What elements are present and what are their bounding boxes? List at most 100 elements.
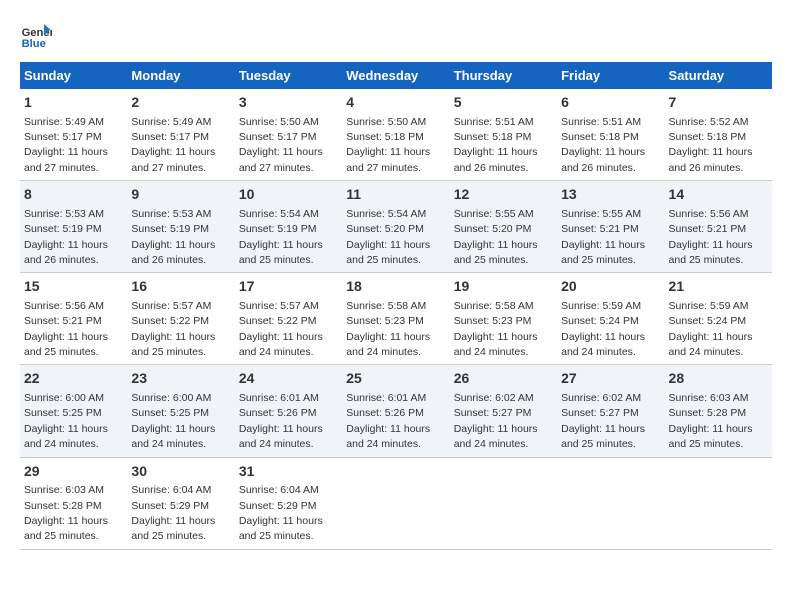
daylight-info: Daylight: 11 hours and 26 minutes. bbox=[669, 146, 753, 173]
calendar-cell: 30 Sunrise: 6:04 AM Sunset: 5:29 PM Dayl… bbox=[127, 457, 234, 549]
calendar-cell: 25 Sunrise: 6:01 AM Sunset: 5:26 PM Dayl… bbox=[342, 365, 449, 457]
day-number: 29 bbox=[24, 462, 123, 482]
day-number: 3 bbox=[239, 93, 338, 113]
sunset-info: Sunset: 5:20 PM bbox=[454, 223, 532, 235]
day-number: 24 bbox=[239, 369, 338, 389]
sunset-info: Sunset: 5:28 PM bbox=[669, 407, 747, 419]
svg-text:Blue: Blue bbox=[22, 38, 46, 50]
calendar-cell: 26 Sunrise: 6:02 AM Sunset: 5:27 PM Dayl… bbox=[450, 365, 557, 457]
day-number: 15 bbox=[24, 277, 123, 297]
daylight-info: Daylight: 11 hours and 25 minutes. bbox=[669, 239, 753, 266]
day-number: 13 bbox=[561, 185, 660, 205]
daylight-info: Daylight: 11 hours and 25 minutes. bbox=[561, 423, 645, 450]
calendar-cell: 24 Sunrise: 6:01 AM Sunset: 5:26 PM Dayl… bbox=[235, 365, 342, 457]
sunset-info: Sunset: 5:27 PM bbox=[454, 407, 532, 419]
sunset-info: Sunset: 5:21 PM bbox=[561, 223, 639, 235]
day-of-week-header: Sunday bbox=[20, 62, 127, 89]
sunset-info: Sunset: 5:23 PM bbox=[454, 315, 532, 327]
day-number: 27 bbox=[561, 369, 660, 389]
day-of-week-header: Monday bbox=[127, 62, 234, 89]
calendar-cell: 5 Sunrise: 5:51 AM Sunset: 5:18 PM Dayli… bbox=[450, 89, 557, 181]
day-number: 9 bbox=[131, 185, 230, 205]
calendar-header-row: SundayMondayTuesdayWednesdayThursdayFrid… bbox=[20, 62, 772, 89]
sunrise-info: Sunrise: 5:58 AM bbox=[346, 300, 426, 312]
calendar-cell: 10 Sunrise: 5:54 AM Sunset: 5:19 PM Dayl… bbox=[235, 181, 342, 273]
day-number: 16 bbox=[131, 277, 230, 297]
day-number: 22 bbox=[24, 369, 123, 389]
sunset-info: Sunset: 5:18 PM bbox=[454, 131, 532, 143]
sunset-info: Sunset: 5:29 PM bbox=[131, 500, 209, 512]
daylight-info: Daylight: 11 hours and 25 minutes. bbox=[131, 331, 215, 358]
sunrise-info: Sunrise: 5:50 AM bbox=[346, 116, 426, 128]
day-number: 5 bbox=[454, 93, 553, 113]
calendar-cell: 18 Sunrise: 5:58 AM Sunset: 5:23 PM Dayl… bbox=[342, 273, 449, 365]
calendar-cell: 3 Sunrise: 5:50 AM Sunset: 5:17 PM Dayli… bbox=[235, 89, 342, 181]
sunrise-info: Sunrise: 6:04 AM bbox=[131, 484, 211, 496]
daylight-info: Daylight: 11 hours and 24 minutes. bbox=[239, 423, 323, 450]
sunrise-info: Sunrise: 5:56 AM bbox=[669, 208, 749, 220]
sunset-info: Sunset: 5:19 PM bbox=[131, 223, 209, 235]
sunset-info: Sunset: 5:29 PM bbox=[239, 500, 317, 512]
daylight-info: Daylight: 11 hours and 25 minutes. bbox=[131, 515, 215, 542]
sunset-info: Sunset: 5:23 PM bbox=[346, 315, 424, 327]
day-number: 7 bbox=[669, 93, 768, 113]
sunset-info: Sunset: 5:20 PM bbox=[346, 223, 424, 235]
daylight-info: Daylight: 11 hours and 24 minutes. bbox=[131, 423, 215, 450]
sunset-info: Sunset: 5:19 PM bbox=[239, 223, 317, 235]
daylight-info: Daylight: 11 hours and 24 minutes. bbox=[669, 331, 753, 358]
sunrise-info: Sunrise: 5:49 AM bbox=[24, 116, 104, 128]
daylight-info: Daylight: 11 hours and 27 minutes. bbox=[239, 146, 323, 173]
sunset-info: Sunset: 5:17 PM bbox=[24, 131, 102, 143]
sunrise-info: Sunrise: 5:54 AM bbox=[346, 208, 426, 220]
sunrise-info: Sunrise: 6:02 AM bbox=[561, 392, 641, 404]
day-number: 19 bbox=[454, 277, 553, 297]
sunrise-info: Sunrise: 5:57 AM bbox=[239, 300, 319, 312]
sunset-info: Sunset: 5:18 PM bbox=[561, 131, 639, 143]
daylight-info: Daylight: 11 hours and 24 minutes. bbox=[346, 423, 430, 450]
calendar-cell bbox=[450, 457, 557, 549]
daylight-info: Daylight: 11 hours and 26 minutes. bbox=[454, 146, 538, 173]
day-number: 8 bbox=[24, 185, 123, 205]
sunset-info: Sunset: 5:27 PM bbox=[561, 407, 639, 419]
sunrise-info: Sunrise: 5:50 AM bbox=[239, 116, 319, 128]
day-number: 4 bbox=[346, 93, 445, 113]
day-number: 20 bbox=[561, 277, 660, 297]
daylight-info: Daylight: 11 hours and 24 minutes. bbox=[24, 423, 108, 450]
sunset-info: Sunset: 5:25 PM bbox=[24, 407, 102, 419]
daylight-info: Daylight: 11 hours and 24 minutes. bbox=[239, 331, 323, 358]
daylight-info: Daylight: 11 hours and 25 minutes. bbox=[24, 515, 108, 542]
day-number: 18 bbox=[346, 277, 445, 297]
daylight-info: Daylight: 11 hours and 27 minutes. bbox=[24, 146, 108, 173]
daylight-info: Daylight: 11 hours and 24 minutes. bbox=[561, 331, 645, 358]
calendar-week-row: 1 Sunrise: 5:49 AM Sunset: 5:17 PM Dayli… bbox=[20, 89, 772, 181]
daylight-info: Daylight: 11 hours and 27 minutes. bbox=[346, 146, 430, 173]
sunrise-info: Sunrise: 6:03 AM bbox=[669, 392, 749, 404]
day-number: 25 bbox=[346, 369, 445, 389]
day-number: 23 bbox=[131, 369, 230, 389]
day-of-week-header: Wednesday bbox=[342, 62, 449, 89]
calendar-cell: 28 Sunrise: 6:03 AM Sunset: 5:28 PM Dayl… bbox=[665, 365, 772, 457]
sunset-info: Sunset: 5:17 PM bbox=[131, 131, 209, 143]
sunrise-info: Sunrise: 5:59 AM bbox=[669, 300, 749, 312]
calendar-cell: 31 Sunrise: 6:04 AM Sunset: 5:29 PM Dayl… bbox=[235, 457, 342, 549]
day-number: 21 bbox=[669, 277, 768, 297]
day-number: 6 bbox=[561, 93, 660, 113]
sunrise-info: Sunrise: 5:56 AM bbox=[24, 300, 104, 312]
daylight-info: Daylight: 11 hours and 25 minutes. bbox=[669, 423, 753, 450]
sunset-info: Sunset: 5:18 PM bbox=[669, 131, 747, 143]
logo: General Blue bbox=[20, 20, 56, 52]
sunset-info: Sunset: 5:22 PM bbox=[131, 315, 209, 327]
sunrise-info: Sunrise: 5:53 AM bbox=[24, 208, 104, 220]
day-of-week-header: Saturday bbox=[665, 62, 772, 89]
day-of-week-header: Tuesday bbox=[235, 62, 342, 89]
calendar-cell: 17 Sunrise: 5:57 AM Sunset: 5:22 PM Dayl… bbox=[235, 273, 342, 365]
daylight-info: Daylight: 11 hours and 25 minutes. bbox=[24, 331, 108, 358]
sunset-info: Sunset: 5:28 PM bbox=[24, 500, 102, 512]
sunset-info: Sunset: 5:19 PM bbox=[24, 223, 102, 235]
calendar-cell: 6 Sunrise: 5:51 AM Sunset: 5:18 PM Dayli… bbox=[557, 89, 664, 181]
daylight-info: Daylight: 11 hours and 26 minutes. bbox=[561, 146, 645, 173]
calendar-cell: 4 Sunrise: 5:50 AM Sunset: 5:18 PM Dayli… bbox=[342, 89, 449, 181]
sunrise-info: Sunrise: 5:49 AM bbox=[131, 116, 211, 128]
calendar-week-row: 8 Sunrise: 5:53 AM Sunset: 5:19 PM Dayli… bbox=[20, 181, 772, 273]
logo-icon: General Blue bbox=[20, 20, 52, 52]
